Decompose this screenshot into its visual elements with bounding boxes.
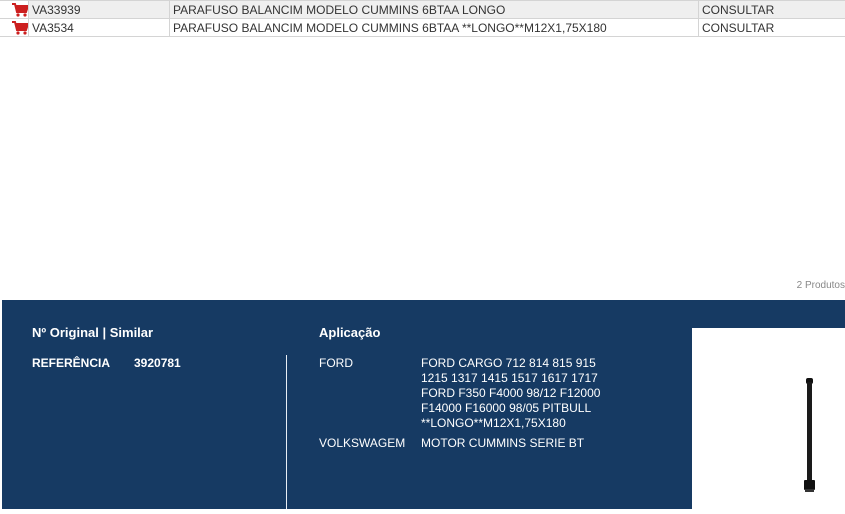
original-number-heading: Nº Original | Similar bbox=[32, 325, 153, 340]
product-image bbox=[692, 328, 845, 509]
product-count: 2 Produtos bbox=[797, 280, 845, 291]
product-table: VA33939 PARAFUSO BALANCIM MODELO CUMMINS… bbox=[0, 0, 845, 37]
application-detail: MOTOR CUMMINS SERIE BT bbox=[421, 436, 621, 451]
bolt-image bbox=[692, 328, 845, 509]
application-brand: VOLKSWAGEM bbox=[319, 436, 405, 450]
column-divider bbox=[286, 355, 287, 509]
cart-cell[interactable] bbox=[0, 19, 29, 37]
application-brand: FORD bbox=[319, 356, 353, 370]
shopping-cart-icon[interactable] bbox=[12, 21, 28, 35]
product-status: CONSULTAR bbox=[699, 19, 845, 37]
application-heading: Aplicação bbox=[319, 325, 380, 340]
product-status: CONSULTAR bbox=[699, 1, 845, 19]
product-code[interactable]: VA33939 bbox=[29, 1, 170, 19]
application-detail: FORD CARGO 712 814 815 915 1215 1317 141… bbox=[421, 356, 621, 431]
shopping-cart-icon[interactable] bbox=[12, 3, 28, 17]
product-detail-panel: Nº Original | Similar Aplicação REFERÊNC… bbox=[2, 300, 845, 509]
product-code[interactable]: VA3534 bbox=[29, 19, 170, 37]
reference-value: 3920781 bbox=[134, 356, 181, 370]
cart-cell[interactable] bbox=[0, 1, 29, 19]
product-row[interactable]: VA33939 PARAFUSO BALANCIM MODELO CUMMINS… bbox=[0, 1, 845, 19]
product-row[interactable]: VA3534 PARAFUSO BALANCIM MODELO CUMMINS … bbox=[0, 19, 845, 37]
product-description[interactable]: PARAFUSO BALANCIM MODELO CUMMINS 6BTAA L… bbox=[170, 1, 699, 19]
reference-label: REFERÊNCIA bbox=[32, 356, 110, 370]
product-description[interactable]: PARAFUSO BALANCIM MODELO CUMMINS 6BTAA *… bbox=[170, 19, 699, 37]
